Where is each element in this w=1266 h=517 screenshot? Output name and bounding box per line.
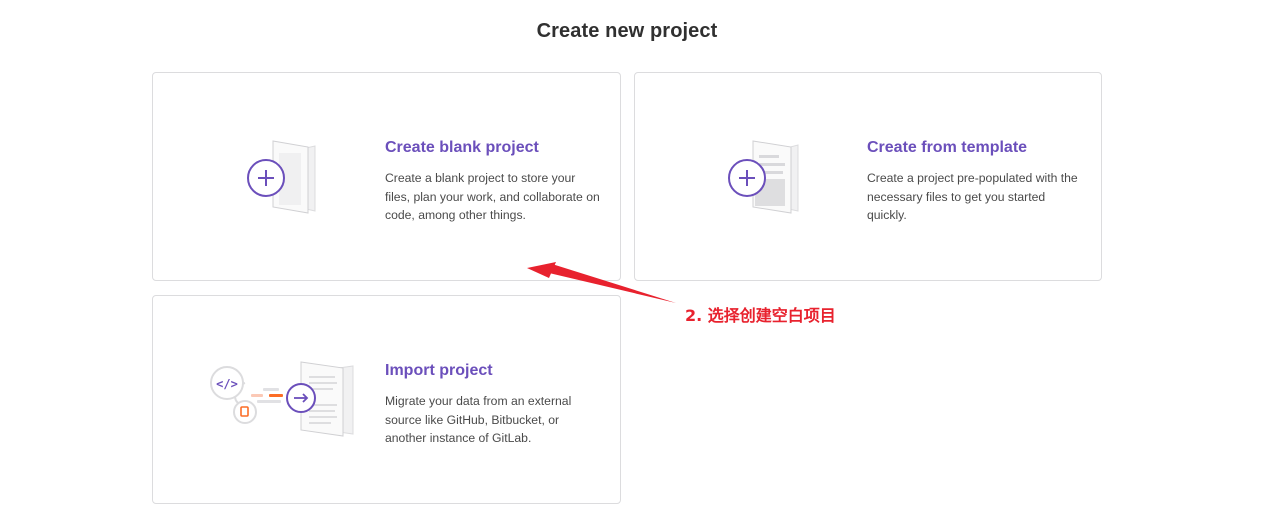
card-description: Create a project pre-populated with the … [867, 171, 1078, 222]
import-project-icon: </> [210, 361, 354, 437]
page-title: Create new project [536, 20, 718, 42]
blank-project-icon [247, 140, 316, 214]
create-from-template-card[interactable]: Create from template Create a project pr… [634, 72, 1102, 281]
svg-text:</>: </> [216, 377, 238, 391]
import-project-card[interactable]: </> Import project Migrate your data fro… [152, 295, 621, 504]
annotation-label: 2. 选择创建空白项目 [685, 306, 836, 325]
card-heading: Import project [385, 362, 493, 379]
create-blank-project-card[interactable]: Create blank project Create a blank proj… [152, 72, 621, 281]
card-heading: Create blank project [385, 139, 539, 156]
card-description: Create a blank project to store your fil… [385, 171, 600, 222]
card-heading: Create from template [867, 139, 1028, 156]
template-project-icon [728, 140, 799, 214]
new-project-page: Create new project Create blank project … [0, 0, 1266, 517]
card-description: Migrate your data from an external sourc… [385, 394, 572, 445]
